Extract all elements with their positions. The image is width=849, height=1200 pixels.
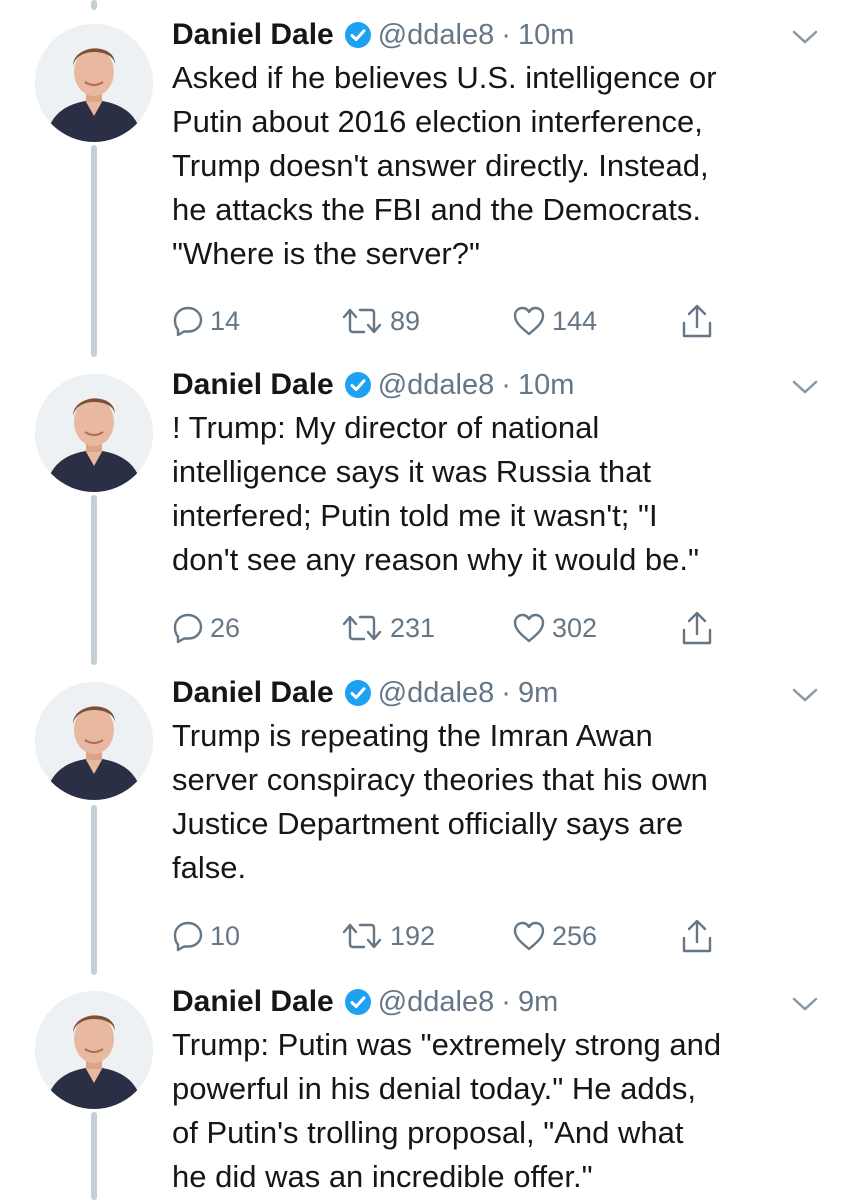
avatar[interactable] [35, 682, 153, 800]
chevron-down-icon[interactable] [791, 995, 819, 1013]
verified-badge-icon [344, 679, 372, 707]
timestamp[interactable]: 10m [518, 19, 574, 52]
share-icon [680, 610, 720, 646]
share-button[interactable] [680, 608, 720, 648]
display-name[interactable]: Daniel Dale [172, 985, 334, 1019]
separator-dot: · [501, 985, 511, 1018]
verified-badge-icon [344, 21, 372, 49]
reply-count: 10 [210, 920, 241, 951]
like-button[interactable]: 256 [512, 916, 597, 956]
reply-count: 26 [210, 612, 241, 643]
share-icon [680, 918, 720, 954]
tweet[interactable]: Daniel Dale @ddale8 · 9m Trump is repeat… [0, 664, 849, 974]
tweet-actions: 10 192 256 [172, 916, 732, 956]
separator-dot: · [501, 676, 511, 709]
handle[interactable]: @ddale8 [378, 369, 495, 402]
handle[interactable]: @ddale8 [378, 986, 495, 1019]
tweet[interactable]: Daniel Dale @ddale8 · 9m Trump: Putin wa… [0, 973, 849, 1200]
retweet-icon [340, 920, 390, 952]
verified-badge-icon [344, 988, 372, 1016]
separator-dot: · [501, 368, 511, 401]
avatar[interactable] [35, 991, 153, 1109]
retweet-button[interactable]: 231 [340, 608, 435, 648]
tweet-text: Asked if he believes U.S. intelligence o… [172, 60, 717, 271]
reply-icon [172, 305, 210, 337]
tweet-text: Trump is repeating the Imran Awan server… [172, 718, 708, 885]
like-count: 302 [552, 612, 598, 643]
tweet-actions: 14 89 144 [172, 301, 732, 341]
heart-icon [512, 612, 552, 644]
timestamp[interactable]: 9m [518, 677, 558, 710]
like-button[interactable]: 144 [512, 301, 597, 341]
avatar[interactable] [35, 374, 153, 492]
share-button[interactable] [680, 916, 720, 956]
like-count: 144 [552, 305, 598, 336]
reply-icon [172, 612, 210, 644]
retweet-icon [340, 305, 390, 337]
display-name[interactable]: Daniel Dale [172, 368, 334, 402]
share-button[interactable] [680, 301, 720, 341]
reply-icon [172, 920, 210, 952]
retweet-count: 192 [390, 920, 436, 951]
tweet[interactable]: Daniel Dale @ddale8 · 10m ! Trump: My di… [0, 356, 849, 666]
tweet[interactable]: Daniel Dale @ddale8 · 10m Asked if he be… [0, 6, 849, 351]
chevron-down-icon[interactable] [791, 686, 819, 704]
timestamp[interactable]: 10m [518, 369, 574, 402]
retweet-count: 89 [390, 305, 421, 336]
verified-badge-icon [344, 371, 372, 399]
tweet-actions: 26 231 302 [172, 608, 732, 648]
separator-dot: · [501, 18, 511, 51]
like-count: 256 [552, 920, 598, 951]
chevron-down-icon[interactable] [791, 28, 819, 46]
retweet-count: 231 [390, 612, 436, 643]
reply-button[interactable]: 14 [172, 301, 240, 341]
retweet-button[interactable]: 192 [340, 916, 435, 956]
display-name[interactable]: Daniel Dale [172, 18, 334, 52]
retweet-button[interactable]: 89 [340, 301, 420, 341]
tweet-text: ! Trump: My director of national intelli… [172, 410, 700, 577]
display-name[interactable]: Daniel Dale [172, 676, 334, 710]
handle[interactable]: @ddale8 [378, 19, 495, 52]
heart-icon [512, 920, 552, 952]
share-icon [680, 303, 720, 339]
handle[interactable]: @ddale8 [378, 677, 495, 710]
timestamp[interactable]: 9m [518, 986, 558, 1019]
reply-button[interactable]: 26 [172, 608, 240, 648]
avatar[interactable] [35, 24, 153, 142]
chevron-down-icon[interactable] [791, 378, 819, 396]
reply-button[interactable]: 10 [172, 916, 240, 956]
reply-count: 14 [210, 305, 241, 336]
heart-icon [512, 305, 552, 337]
tweet-text: Trump: Putin was "extremely strong and p… [172, 1027, 722, 1194]
like-button[interactable]: 302 [512, 608, 597, 648]
retweet-icon [340, 612, 390, 644]
